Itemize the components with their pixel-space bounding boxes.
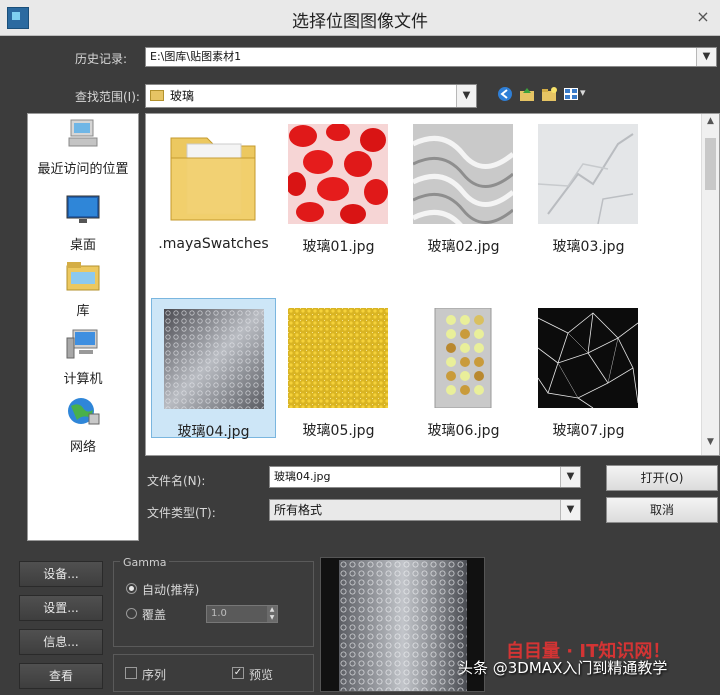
lookin-label: 查找范围(I):: [75, 90, 140, 104]
place-label: 网络: [69, 440, 96, 455]
view-button[interactable]: 查看: [19, 663, 103, 689]
places-bar: 最近访问的位置 桌面 库 计算机 网络: [27, 113, 139, 541]
chevron-down-icon[interactable]: ▼: [560, 500, 580, 520]
gamma-override-radio[interactable]: [126, 608, 137, 619]
file-name: 玻璃06.jpg: [427, 423, 500, 439]
place-computer[interactable]: 计算机: [28, 328, 138, 387]
folder-icon: [150, 90, 164, 101]
history-label: 历史记录:: [75, 52, 128, 66]
file-name: 玻璃01.jpg: [302, 239, 375, 255]
image-thumbnail: [538, 124, 638, 224]
spinner-arrows-icon[interactable]: ▲ ▼: [267, 606, 277, 622]
libraries-icon: [66, 262, 100, 291]
image-thumbnail: [434, 308, 492, 408]
place-recent[interactable]: 最近访问的位置: [28, 118, 138, 177]
image-thumbnail: [288, 308, 388, 408]
scroll-down-icon[interactable]: ▼: [702, 437, 719, 453]
preview-label: 预览: [249, 668, 274, 682]
file-name: 玻璃05.jpg: [302, 423, 375, 439]
image-thumbnail: [164, 309, 264, 409]
image-thumbnail: [538, 308, 638, 408]
dialog-title: 选择位图图像文件: [292, 12, 428, 32]
file-item[interactable]: 玻璃06.jpg: [401, 298, 526, 439]
cancel-button[interactable]: 取消: [606, 497, 718, 523]
desktop-icon: [66, 195, 100, 223]
file-item[interactable]: 玻璃01.jpg: [276, 114, 401, 255]
file-item-selected[interactable]: 玻璃04.jpg: [151, 298, 276, 440]
vertical-scrollbar[interactable]: ▲ ▼: [701, 114, 719, 455]
place-label: 库: [76, 304, 90, 319]
chevron-down-icon[interactable]: ▼: [456, 85, 476, 107]
filename-value: 玻璃04.jpg: [274, 470, 331, 483]
gamma-group-label: Gamma: [120, 556, 170, 569]
place-label: 计算机: [63, 372, 103, 387]
filetype-value: 所有格式: [274, 503, 323, 517]
place-libraries[interactable]: 库: [28, 260, 138, 319]
filename-label: 文件名(N):: [147, 474, 206, 488]
file-item[interactable]: 玻璃02.jpg: [401, 114, 526, 255]
folder-icon: [170, 137, 256, 221]
preview-checkbox[interactable]: ✓: [232, 667, 244, 679]
preview-image: [339, 560, 467, 691]
info-button[interactable]: 信息...: [19, 629, 103, 655]
file-name: .mayaSwatches: [158, 236, 269, 252]
history-combo[interactable]: E:\图库\贴图素材1 ▼: [145, 47, 717, 67]
file-item[interactable]: 玻璃07.jpg: [526, 298, 651, 439]
up-folder-icon[interactable]: [519, 86, 535, 102]
gamma-auto-label: 自动(推荐): [142, 583, 200, 597]
sequence-checkbox[interactable]: [125, 667, 137, 679]
history-value: E:\图库\贴图素材1: [150, 50, 242, 63]
scroll-thumb[interactable]: [705, 138, 716, 190]
file-name: 玻璃03.jpg: [552, 239, 625, 255]
chevron-down-icon[interactable]: ▼: [696, 48, 716, 66]
title-bar: 选择位图图像文件 ×: [0, 0, 720, 36]
view-menu-icon[interactable]: [563, 86, 579, 102]
back-icon[interactable]: [497, 86, 513, 102]
open-button[interactable]: 打开(O): [606, 465, 718, 491]
file-list[interactable]: .mayaSwatches 玻璃01.jpg 玻璃02.jpg 玻璃03.jpg…: [145, 113, 720, 456]
recent-places-icon: [68, 119, 98, 147]
gamma-auto-radio[interactable]: [126, 583, 137, 594]
devices-button[interactable]: 设备...: [19, 561, 103, 587]
close-icon[interactable]: ×: [692, 6, 714, 28]
place-desktop[interactable]: 桌面: [28, 194, 138, 253]
watermark-text: 头条 @3DMAX入门到精通教学: [458, 659, 668, 677]
new-folder-icon[interactable]: [541, 86, 557, 102]
gamma-group: [113, 561, 314, 647]
filetype-label: 文件类型(T):: [147, 506, 216, 520]
place-label: 桌面: [69, 238, 96, 253]
file-item[interactable]: 玻璃03.jpg: [526, 114, 651, 255]
network-icon: [68, 398, 100, 425]
filename-combo[interactable]: 玻璃04.jpg ▼: [269, 466, 581, 488]
image-thumbnail: [288, 124, 388, 224]
lookin-combo[interactable]: 玻璃 ▼: [145, 84, 477, 108]
file-name: 玻璃04.jpg: [177, 424, 250, 440]
setup-button[interactable]: 设置...: [19, 595, 103, 621]
lookin-value: 玻璃: [170, 89, 195, 103]
gamma-override-spinner[interactable]: 1.0 ▲ ▼: [206, 605, 278, 623]
filetype-select[interactable]: 所有格式 ▼: [269, 499, 581, 521]
gamma-override-label: 覆盖: [142, 608, 167, 622]
scroll-up-icon[interactable]: ▲: [702, 116, 719, 132]
file-item[interactable]: .mayaSwatches: [151, 114, 276, 254]
place-network[interactable]: 网络: [28, 396, 138, 455]
file-name: 玻璃07.jpg: [552, 423, 625, 439]
place-label: 最近访问的位置: [37, 162, 129, 177]
gamma-override-value: 1.0: [211, 608, 227, 619]
file-name: 玻璃02.jpg: [427, 239, 500, 255]
computer-icon: [66, 329, 98, 359]
chevron-down-icon[interactable]: ▼: [560, 467, 580, 487]
sequence-label: 序列: [142, 668, 167, 682]
file-item[interactable]: 玻璃05.jpg: [276, 298, 401, 439]
view-menu-arrow-icon[interactable]: ▾: [580, 86, 586, 99]
image-thumbnail: [413, 124, 513, 224]
